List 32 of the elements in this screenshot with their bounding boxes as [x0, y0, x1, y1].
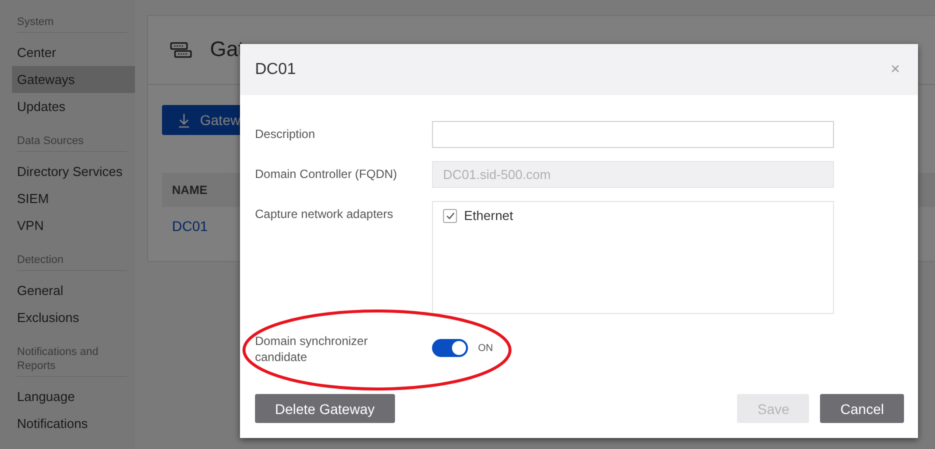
- field-label: Domain synchronizer candidate: [255, 333, 369, 365]
- sidebar-item[interactable]: Directory Services: [12, 158, 135, 185]
- check-icon: [446, 212, 454, 220]
- checkbox[interactable]: [443, 208, 457, 222]
- sidebar-item[interactable]: Language: [12, 383, 135, 410]
- field-label: Domain Controller (FQDN): [255, 166, 398, 182]
- section-heading: Data Sources: [17, 134, 127, 152]
- dialog-button[interactable]: Cancel: [820, 394, 904, 423]
- download-icon: [178, 112, 190, 128]
- section-heading: Detection: [17, 253, 127, 271]
- sidebar-item[interactable]: SIEM: [12, 185, 135, 212]
- close-button[interactable]: ×: [890, 60, 900, 78]
- sidebar-item[interactable]: Notifications: [12, 410, 135, 437]
- checkbox-label: Ethernet: [464, 208, 514, 223]
- sidebar-item[interactable]: Exclusions: [12, 304, 135, 331]
- section-heading: Notifications and Reports: [17, 345, 127, 377]
- dialog-title: DC01: [255, 60, 296, 78]
- sidebar-item[interactable]: Center: [12, 39, 135, 66]
- field-label: Capture network adapters: [255, 206, 394, 222]
- sidebar-item[interactable]: General: [12, 277, 135, 304]
- gateway-link[interactable]: DC01: [172, 218, 208, 234]
- column-header: NAME: [172, 183, 208, 197]
- toggle-state: ON: [478, 342, 493, 354]
- dialog-button[interactable]: Delete Gateway: [255, 394, 395, 423]
- sidebar-item[interactable]: Updates: [12, 93, 135, 120]
- sidebar-item[interactable]: VPN: [12, 212, 135, 239]
- toggle-switch[interactable]: [432, 339, 468, 357]
- gateway-icon: [170, 42, 192, 58]
- text-field[interactable]: [432, 121, 834, 148]
- sidebar-item[interactable]: Gateways: [12, 66, 135, 93]
- section-heading: System: [17, 15, 127, 33]
- field-label: Description: [255, 126, 316, 142]
